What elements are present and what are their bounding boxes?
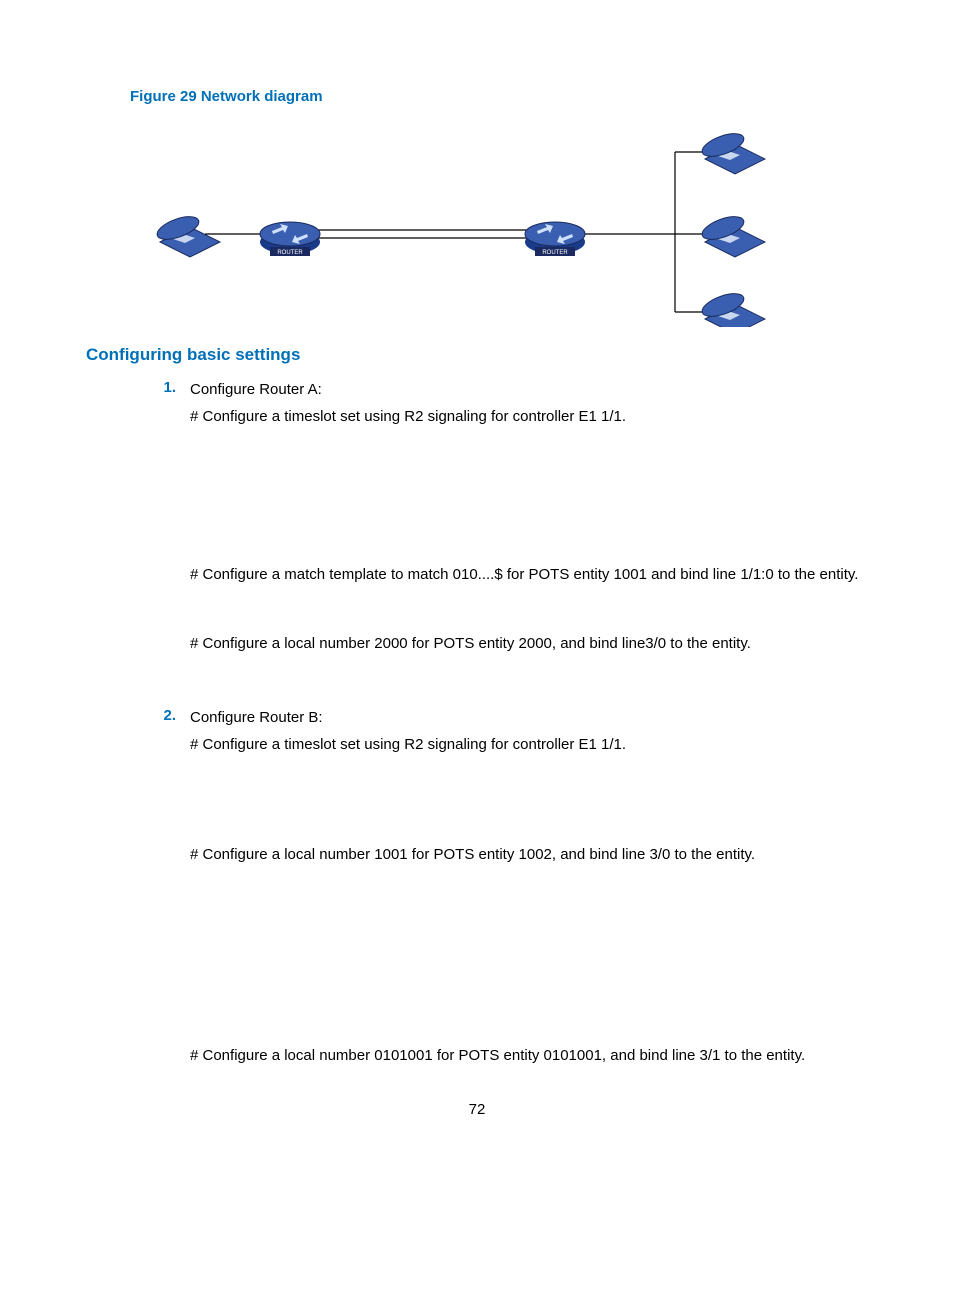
phone-icon — [699, 289, 765, 327]
step-text: # Configure a local number 0101001 for P… — [190, 1045, 868, 1068]
section-heading: Configuring basic settings — [86, 345, 868, 365]
step-text: Configure Router A: — [190, 379, 868, 402]
page-number: 72 — [86, 1101, 868, 1118]
step-number: 2. — [86, 707, 190, 1071]
step-text: Configure Router B: — [190, 707, 868, 730]
phone-icon — [699, 129, 765, 174]
step-text: # Configure a match template to match 01… — [190, 564, 868, 587]
network-diagram: ROUTER ROUTER — [130, 117, 868, 327]
svg-text:ROUTER: ROUTER — [542, 250, 568, 256]
svg-text:ROUTER: ROUTER — [277, 250, 303, 256]
figure-title: Figure 29 Network diagram — [130, 88, 868, 105]
step-2: 2. Configure Router B: # Configure a tim… — [86, 707, 868, 1071]
step-number: 1. — [86, 379, 190, 701]
step-text: # Configure a timeslot set using R2 sign… — [190, 734, 868, 757]
router-icon: ROUTER — [525, 222, 585, 256]
phone-icon — [699, 212, 765, 257]
step-text: # Configure a local number 2000 for POTS… — [190, 633, 868, 656]
step-text: # Configure a timeslot set using R2 sign… — [190, 406, 868, 429]
router-icon: ROUTER — [260, 222, 320, 256]
step-text: # Configure a local number 1001 for POTS… — [190, 844, 868, 867]
step-1: 1. Configure Router A: # Configure a tim… — [86, 379, 868, 701]
